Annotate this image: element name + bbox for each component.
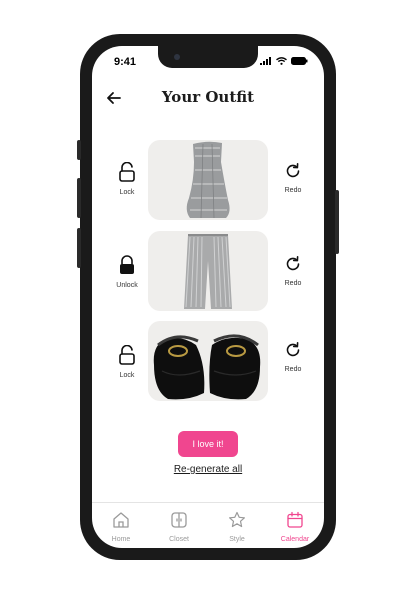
calendar-icon (287, 511, 303, 528)
front-camera (174, 54, 180, 60)
wifi-icon (276, 57, 287, 65)
page-title: Your Outfit (161, 88, 255, 106)
power-button (335, 190, 339, 254)
pants-image (184, 234, 232, 309)
lock-label: Lock (119, 372, 135, 379)
unlocked-padlock-icon (119, 161, 135, 182)
redo-button[interactable]: Redo (278, 341, 308, 373)
tab-label: Closet (169, 536, 189, 543)
tab-label: Style (229, 536, 245, 543)
closet-icon (171, 512, 187, 528)
lock-label: Unlock (116, 282, 138, 289)
lock-label: Lock (119, 189, 135, 196)
dress-image (186, 141, 230, 219)
redo-label: Redo (284, 366, 302, 373)
phone-screen: 9:41 Your Outfit Lock Redo Unlock Redo L… (92, 46, 324, 548)
header: Your Outfit (92, 84, 324, 112)
volume-down-button (77, 228, 81, 268)
tab-bar: Home Closet Style Calendar (92, 502, 324, 548)
outfit-item-dress[interactable] (148, 140, 268, 220)
status-time: 9:41 (114, 56, 137, 68)
outfit-item-sandals[interactable] (148, 321, 268, 401)
outfit-row-middle: Unlock Redo (92, 231, 324, 311)
star-icon (229, 511, 245, 528)
love-it-button[interactable]: I love it! (178, 431, 238, 457)
regenerate-all-link[interactable]: Re-generate all (92, 464, 324, 475)
redo-icon (286, 342, 300, 357)
tab-label: Calendar (280, 536, 310, 543)
notch (158, 46, 258, 68)
status-icons (260, 57, 308, 65)
unlocked-padlock-icon (119, 344, 135, 365)
lock-toggle[interactable]: Lock (112, 161, 142, 196)
volume-up-button (77, 178, 81, 218)
outfit-row-bottom: Lock Redo (92, 321, 324, 401)
redo-label: Redo (284, 187, 302, 194)
signal-icon (260, 57, 271, 65)
sandals-image (153, 334, 261, 400)
redo-button[interactable]: Redo (278, 255, 308, 287)
outfit-item-pants[interactable] (148, 231, 268, 311)
redo-icon (286, 163, 300, 178)
tab-home[interactable]: Home (92, 503, 150, 548)
redo-button[interactable]: Redo (278, 162, 308, 194)
locked-padlock-icon (120, 255, 134, 274)
tab-label: Home (111, 536, 131, 543)
battery-icon (291, 57, 308, 65)
redo-icon (286, 256, 300, 271)
mute-switch (77, 140, 81, 160)
home-icon (113, 512, 129, 528)
tab-style[interactable]: Style (208, 503, 266, 548)
tab-closet[interactable]: Closet (150, 503, 208, 548)
tab-calendar[interactable]: Calendar (266, 503, 324, 548)
outfit-row-top: Lock Redo (92, 140, 324, 220)
redo-label: Redo (284, 280, 302, 287)
lock-toggle[interactable]: Unlock (112, 255, 142, 289)
lock-toggle[interactable]: Lock (112, 344, 142, 379)
